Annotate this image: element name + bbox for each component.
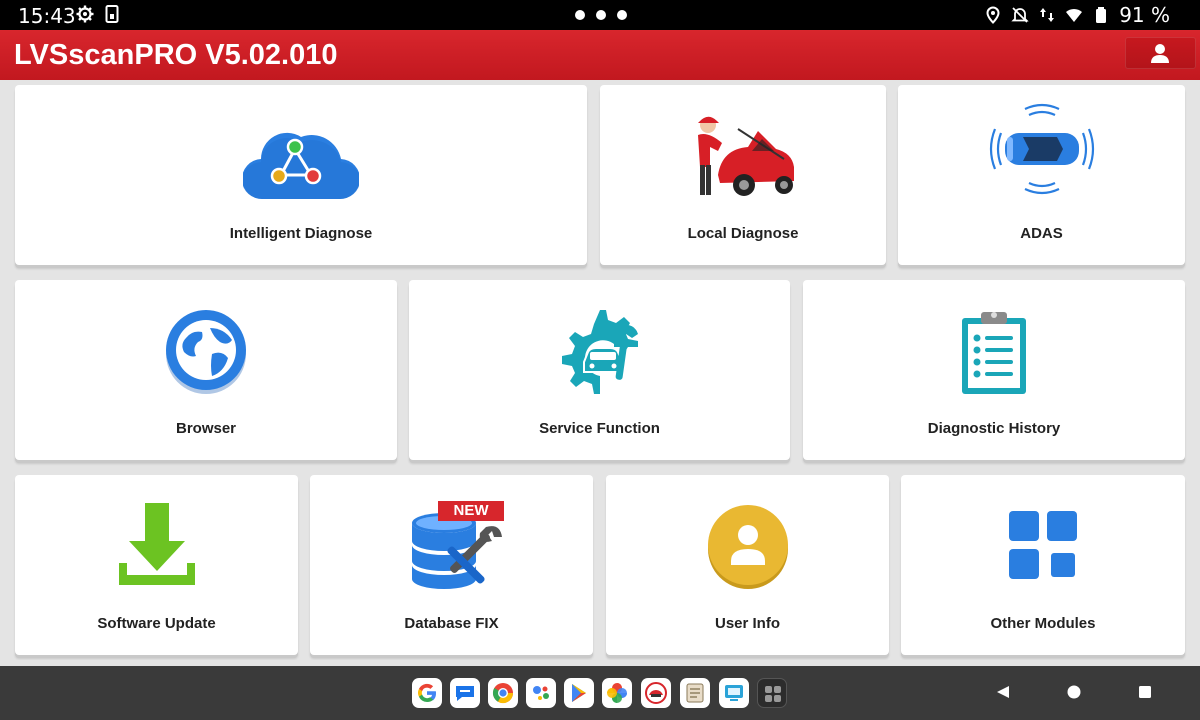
home-icon[interactable] (1066, 684, 1082, 700)
tile-label: Intelligent Diagnose (229, 225, 373, 242)
wifi-icon (1066, 8, 1083, 22)
tile-label: Local Diagnose (687, 225, 799, 242)
data-transfer-icon (1040, 8, 1055, 22)
status-icons: 91 % (984, 3, 1170, 27)
screen-app-icon-tile[interactable] (719, 678, 749, 708)
mechanic-car-icon (698, 116, 794, 196)
battery-icon (1096, 7, 1107, 23)
status-time: 15:43 (18, 4, 76, 28)
photos-app-icon[interactable] (602, 678, 632, 708)
tile-label: Browser (175, 420, 237, 437)
messages-app-icon[interactable] (450, 678, 480, 708)
module-grid-icon (1009, 511, 1077, 579)
tile-other-modules[interactable]: Other Modules (901, 475, 1185, 655)
tile-label: Software Update (97, 615, 216, 632)
tile-label: User Info (714, 615, 780, 632)
photos-icon (607, 683, 627, 703)
chrome-app-icon[interactable] (488, 678, 518, 708)
reader-app-icon (686, 683, 704, 703)
cloud-network-icon (243, 132, 359, 200)
tile-label: Database FIX (404, 615, 499, 632)
tile-intelligent-diagnose[interactable]: Intelligent Diagnose (15, 85, 587, 265)
screen-app-icon (725, 685, 743, 701)
battery-percent: 91 % (1119, 3, 1170, 27)
tile-label: ADAS (1020, 225, 1063, 242)
tablet-screen: 15:43 91 % LVSscanPRO V5.02.010 Intellig… (0, 0, 1200, 720)
play-store-app-icon[interactable] (564, 678, 594, 708)
app-drawer-button[interactable] (757, 678, 787, 708)
user-icon (1151, 44, 1169, 63)
clipboard-checklist-icon (962, 312, 1026, 394)
new-badge: NEW (438, 501, 504, 521)
google-app-icon[interactable] (412, 678, 442, 708)
back-icon[interactable] (995, 684, 1011, 700)
app-title: LVSscanPRO V5.02.010 (14, 39, 338, 71)
tile-user-info[interactable]: User Info (606, 475, 889, 655)
settings-gear-icon (76, 5, 94, 23)
recents-icon[interactable] (1137, 684, 1153, 700)
tile-database-fix[interactable]: NEW Database FIX (310, 475, 593, 655)
launch-app-icon-tile[interactable] (641, 678, 671, 708)
status-dots (575, 10, 627, 20)
app-bar: LVSscanPRO V5.02.010 (0, 30, 1200, 80)
chrome-icon (492, 683, 514, 704)
tile-adas[interactable]: ADAS (898, 85, 1185, 265)
tile-label: Diagnostic History (927, 420, 1061, 437)
assistant-app-icon[interactable] (526, 678, 556, 708)
new-badge-text: NEW (453, 502, 489, 519)
tile-browser[interactable]: Browser (15, 280, 397, 460)
adas-car-radar-icon (989, 103, 1094, 195)
status-bar: 15:43 91 % (0, 0, 1200, 30)
reader-app-icon-tile[interactable] (680, 678, 710, 708)
sim-card-icon (105, 5, 119, 23)
tile-label: Other Modules (990, 615, 1096, 632)
gear-car-wrench-icon (561, 310, 638, 394)
tile-diagnostic-history[interactable]: Diagnostic History (803, 280, 1185, 460)
messages-icon (456, 686, 474, 701)
play-store-icon (572, 684, 586, 702)
assistant-icon (533, 686, 549, 700)
launch-app-icon (645, 682, 667, 704)
navigation-bar (0, 660, 1200, 720)
tile-service-function[interactable]: Service Function (409, 280, 790, 460)
google-icon (418, 683, 437, 703)
tile-local-diagnose[interactable]: Local Diagnose (600, 85, 886, 265)
notifications-off-icon (1011, 7, 1029, 23)
app-drawer-icon (765, 686, 781, 702)
globe-icon (166, 310, 246, 394)
tile-label: Service Function (539, 420, 660, 437)
user-circle-icon (707, 505, 788, 589)
download-arrow-icon (118, 503, 195, 585)
user-account-button[interactable] (1125, 37, 1196, 69)
location-pin-icon (986, 6, 1000, 24)
tile-software-update[interactable]: Software Update (15, 475, 298, 655)
